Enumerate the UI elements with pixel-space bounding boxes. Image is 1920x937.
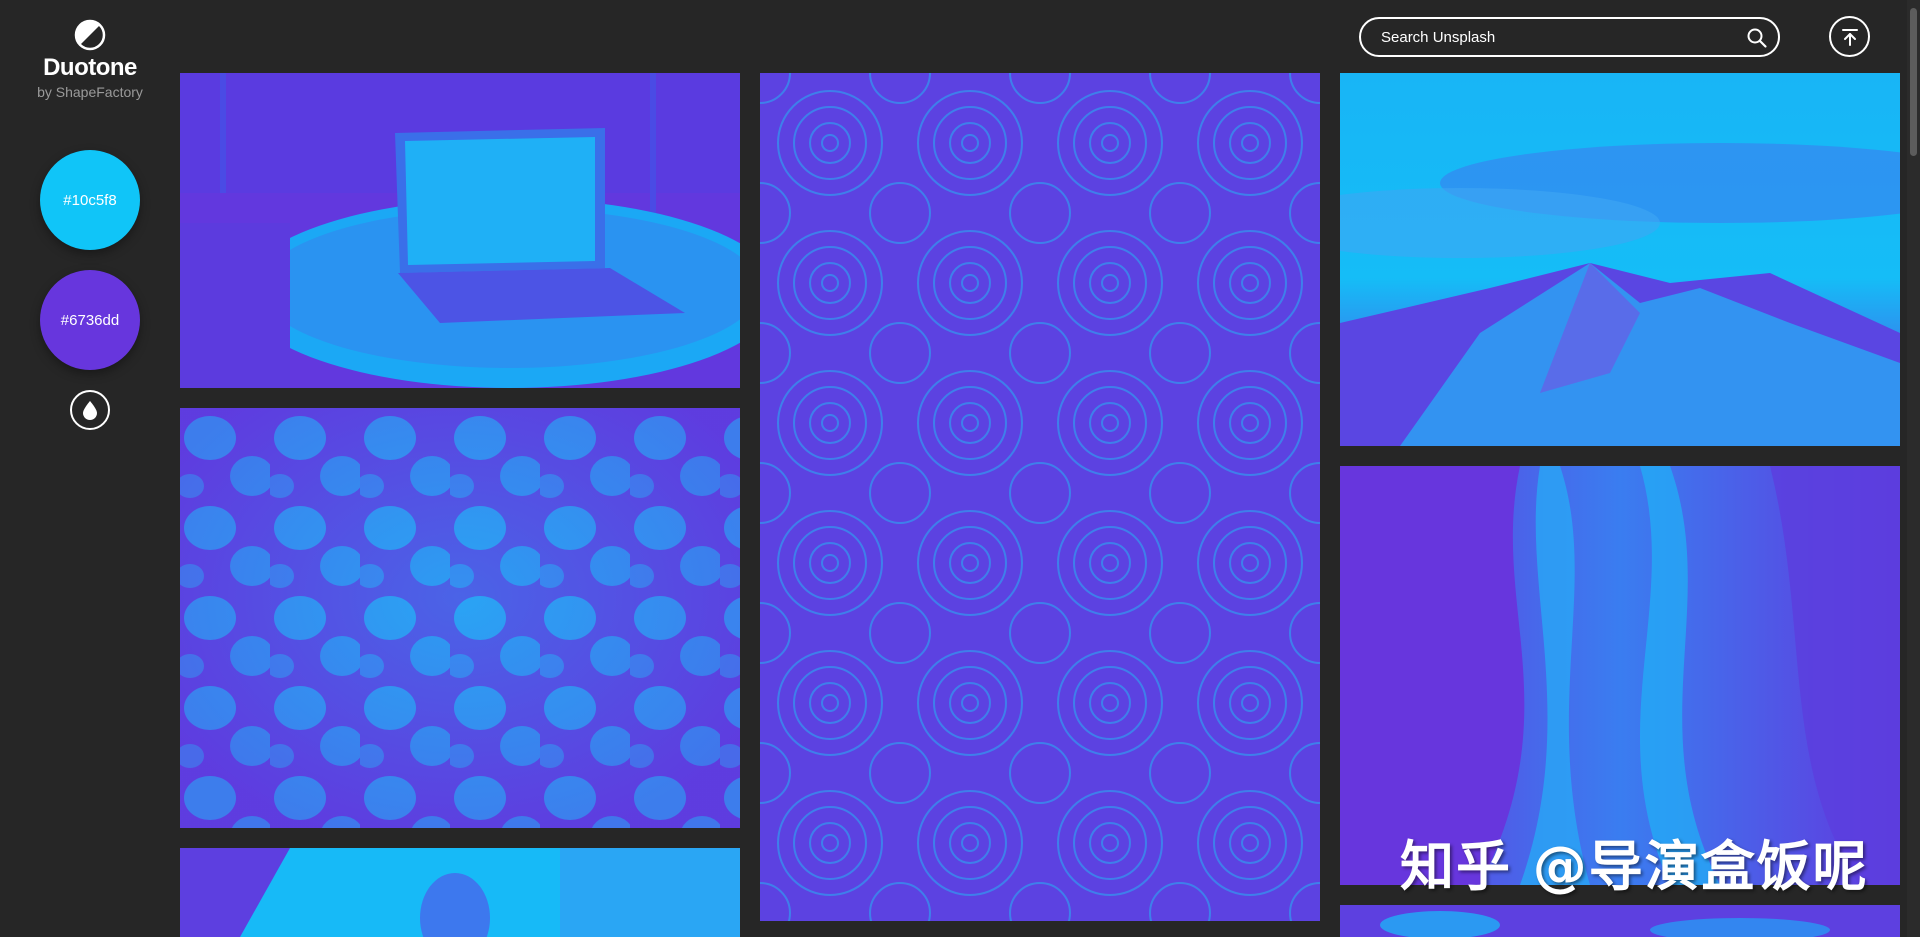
duotone-logo-icon[interactable] [74, 19, 106, 51]
photo-portrait-image [180, 848, 740, 937]
photo-tulips[interactable] [180, 408, 740, 828]
dark-color-swatch[interactable]: #6736dd [40, 270, 140, 370]
photo-laptop-image [180, 73, 740, 388]
color-picker-button[interactable] [70, 390, 110, 430]
search-icon[interactable] [1746, 27, 1768, 49]
scroll-to-top-button[interactable] [1829, 16, 1870, 57]
photo-mountain[interactable] [1340, 73, 1900, 446]
dark-color-label: #6736dd [60, 311, 120, 329]
app-subtitle[interactable]: by ShapeFactory [0, 84, 180, 100]
water-drop-icon [83, 401, 97, 420]
app-title[interactable]: Duotone [0, 54, 180, 82]
light-color-label: #10c5f8 [63, 191, 117, 209]
search-bar [1359, 17, 1780, 57]
scrollbar-thumb[interactable] [1910, 8, 1917, 156]
light-color-swatch[interactable]: #10c5f8 [40, 150, 140, 250]
search-input[interactable] [1379, 19, 1729, 55]
photo-partial[interactable] [1340, 905, 1900, 937]
photo-laptop[interactable] [180, 73, 740, 388]
photo-succulents[interactable] [760, 73, 1320, 921]
photo-portrait[interactable] [180, 848, 740, 937]
scroll-to-top-icon [1841, 28, 1858, 46]
photo-partial-image [1340, 905, 1900, 937]
photo-mountain-image [1340, 73, 1900, 446]
sidebar: Duotone by ShapeFactory #10c5f8 #6736dd [0, 0, 180, 937]
photo-succulents-image [760, 73, 1320, 921]
page-scrollbar[interactable] [1907, 0, 1920, 937]
watermark-text: 知乎 @导演盒饭呢 [1400, 835, 1869, 898]
photo-tulips-image [180, 408, 740, 828]
